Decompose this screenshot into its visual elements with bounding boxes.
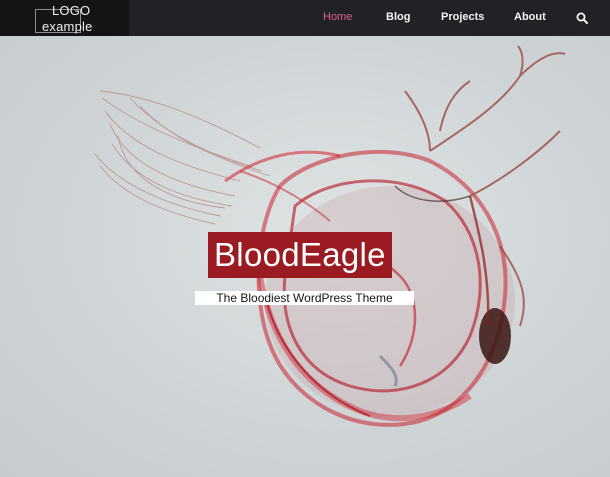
hero-title: BloodEagle (208, 232, 392, 278)
nav-link-about[interactable]: About (514, 11, 546, 23)
site-logo[interactable]: LOGO example (0, 0, 129, 36)
logo-text-line1: LOGO (52, 3, 91, 18)
logo-text-line2: example (42, 19, 93, 34)
nav-link-home[interactable]: Home (323, 11, 352, 23)
nav-link-blog[interactable]: Blog (386, 11, 410, 23)
top-navbar: LOGO example Home Blog Projects About (0, 0, 610, 36)
hero-subtitle: The Bloodiest WordPress Theme (195, 291, 414, 305)
hero-section: BloodEagle The Bloodiest WordPress Theme (0, 36, 610, 477)
nav-link-projects[interactable]: Projects (441, 11, 484, 23)
search-icon[interactable] (576, 12, 588, 24)
